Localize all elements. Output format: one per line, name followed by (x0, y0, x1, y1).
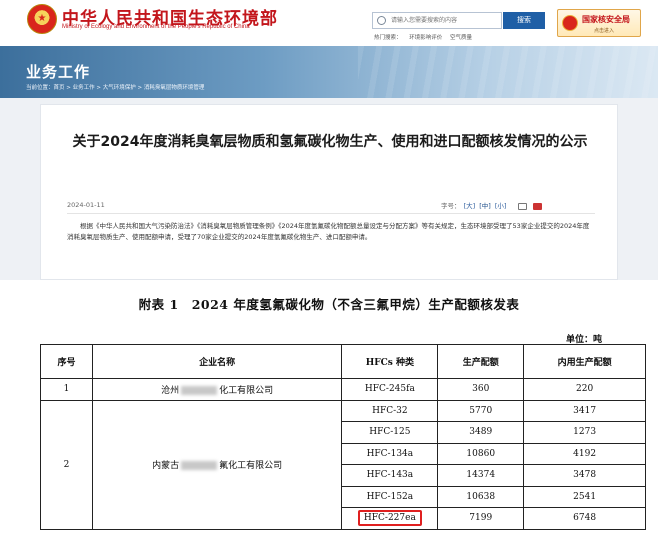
search-icon (377, 16, 386, 25)
internal-quota: 6748 (523, 507, 646, 530)
quota-table: 序号 企业名称 HFCs 种类 生产配额 内用生产配额 1 沧州 化工有限公司 H… (40, 344, 646, 530)
print-icon[interactable] (517, 202, 527, 210)
article-panel: 关于2024年度消耗臭氧层物质和氢氟碳化物生产、使用和进口配额核发情况的公示 2… (40, 104, 618, 280)
production-quota: 10860 (437, 442, 525, 465)
hfc-type: HFC-143a (341, 464, 439, 487)
hfc-type: HFC-125 (341, 421, 439, 444)
redacted-text (181, 461, 218, 470)
share-icon[interactable] (532, 202, 542, 210)
table-title: 附表 1 2024 年度氢氟碳化物（不含三氟甲烷）生产配额核发表 (138, 297, 520, 312)
national-emblem-icon[interactable]: ★ (27, 4, 57, 34)
hfc-type-highlighted: HFC-227ea (341, 507, 439, 530)
table-row: 1 沧州 化工有限公司 HFC-245fa 360 220 (40, 378, 646, 401)
section-title: 业务工作 (26, 63, 91, 81)
search-button[interactable]: 搜索 (503, 12, 545, 29)
search-input[interactable] (391, 14, 499, 27)
font-size-small[interactable]: [小] (495, 202, 507, 210)
font-size-medium[interactable]: [中] (479, 202, 491, 210)
highlight-box: HFC-227ea (357, 510, 422, 527)
section-banner: 业务工作 当前位置：首页 > 业务工作 > 大气环境保护 > 消耗臭氧层物质环境… (0, 46, 658, 98)
hot-search-link[interactable]: 环境影响评价 (409, 35, 442, 41)
hot-search-label: 热门搜索： (374, 35, 402, 41)
production-quota: 7199 (437, 507, 525, 530)
breadcrumb[interactable]: 当前位置：首页 > 业务工作 > 大气环境保护 > 消耗臭氧层物质环境管理 (26, 83, 204, 91)
divider (67, 213, 595, 214)
nna-link[interactable]: 国家核安全局 点击进入 (557, 9, 641, 37)
header-hfc-type: HFCs 种类 (341, 344, 439, 379)
header-production-quota: 生产配额 (437, 344, 525, 379)
internal-quota: 220 (523, 378, 646, 401)
row-no: 1 (40, 378, 93, 401)
company-name-suffix: 氟化工有限公司 (219, 461, 283, 471)
header-internal-quota: 内用生产配额 (523, 344, 646, 379)
table-header-row: 序号 企业名称 HFCs 种类 生产配额 内用生产配额 (40, 344, 646, 379)
font-size-large[interactable]: [大] (464, 202, 476, 210)
production-quota: 14374 (437, 464, 525, 487)
production-quota: 3489 (437, 421, 525, 444)
font-size-label: 字号： (441, 202, 461, 210)
header-company: 企业名称 (91, 344, 343, 379)
row-no: 2 (40, 399, 93, 530)
publish-date: 2024-01-11 (67, 201, 105, 209)
company-name: 沧州 化工有限公司 (91, 378, 343, 401)
table-row: 2 内蒙古 氟化工有限公司 HFC-32 5770 3417 (40, 399, 646, 530)
company-name-prefix: 沧州 (161, 385, 180, 396)
font-size-controls: 字号： [大] [中] [小] (441, 200, 542, 210)
redacted-text (181, 385, 218, 395)
production-quota: 5770 (437, 399, 525, 422)
company-name-suffix: 化工有限公司 (219, 385, 274, 396)
nna-enter: 点击进入 (594, 28, 615, 34)
site-header: ★ 中华人民共和国生态环境部 Ministry of Ecology and E… (0, 0, 658, 46)
article-body: 根据《中华人民共和国大气污染防治法》《消耗臭氧层物质管理条例》《2024年度氢氟… (67, 222, 590, 241)
hfc-type: HFC-32 (341, 399, 439, 422)
hfc-type: HFC-134a (341, 442, 439, 465)
hfc-type: HFC-152a (341, 485, 439, 508)
article-title: 关于2024年度消耗臭氧层物质和氢氟碳化物生产、使用和进口配额核发情况的公示 (72, 134, 588, 150)
site-subtitle: Ministry of Ecology and Environment of t… (62, 24, 250, 30)
internal-quota: 3478 (523, 464, 646, 487)
company-name-prefix: 内蒙古 (152, 461, 180, 471)
internal-quota: 1273 (523, 421, 646, 444)
header-no: 序号 (40, 344, 93, 379)
production-quota: 360 (437, 378, 525, 401)
hot-search-links: 热门搜索： 环境影响评价 空气质量 (374, 33, 478, 41)
hfc-type: HFC-245fa (341, 378, 439, 401)
search-box[interactable] (372, 12, 502, 29)
hot-search-link[interactable]: 空气质量 (450, 35, 472, 41)
company-name: 内蒙古 氟化工有限公司 (91, 399, 343, 530)
internal-quota: 2541 (523, 485, 646, 508)
internal-quota: 3417 (523, 399, 646, 422)
nna-title: 国家核安全局 (582, 15, 630, 24)
production-quota: 10638 (437, 485, 525, 508)
internal-quota: 4192 (523, 442, 646, 465)
nna-emblem-icon (562, 15, 578, 31)
